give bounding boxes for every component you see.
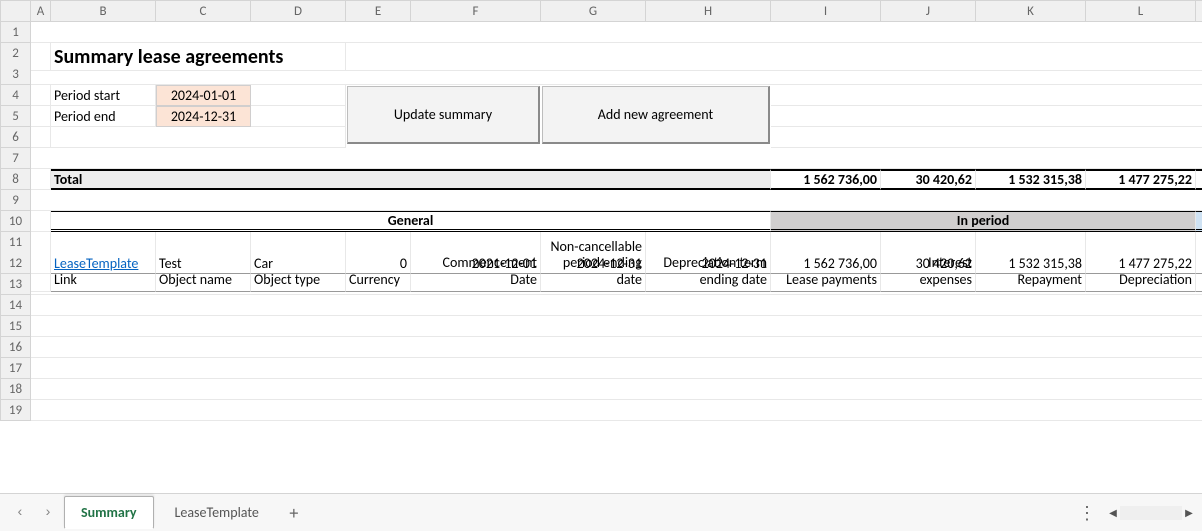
sheet-tab-bar: ‹ › Summary LeaseTemplate + ⋮ ◀ ▶ xyxy=(0,493,1202,531)
cell[interactable] xyxy=(1196,253,1202,274)
link-leasetemplate[interactable]: LeaseTemplate xyxy=(51,253,156,274)
col-header-J[interactable]: J xyxy=(881,1,976,22)
prev-sheet-icon[interactable]: ‹ xyxy=(6,499,34,527)
data-object-name: Test xyxy=(156,253,251,274)
tab-options-icon[interactable]: ⋮ xyxy=(1078,502,1094,524)
row-header-1[interactable]: 1 xyxy=(1,22,31,43)
data-deprec-term-date: 2024-12-31 xyxy=(646,253,771,274)
total-label: Total xyxy=(51,169,771,190)
tab-leasetemplate[interactable]: LeaseTemplate xyxy=(158,496,276,529)
section-general: General xyxy=(51,211,771,232)
cell[interactable] xyxy=(771,85,1202,106)
tab-summary[interactable]: Summary xyxy=(64,496,154,529)
col-header-C[interactable]: C xyxy=(156,1,251,22)
row-header-13[interactable]: 13 xyxy=(1,274,31,295)
cell[interactable] xyxy=(31,190,1202,211)
cell[interactable] xyxy=(251,106,346,127)
row-header-4[interactable]: 4 xyxy=(1,85,31,106)
cell[interactable] xyxy=(31,253,51,274)
row-header-8[interactable]: 8 xyxy=(1,169,31,190)
col-header-K[interactable]: K xyxy=(976,1,1086,22)
data-repayment: 1 532 315,38 xyxy=(976,253,1086,274)
update-summary-button[interactable]: Update summary xyxy=(347,86,540,144)
add-new-agreement-button[interactable]: Add new agreement xyxy=(542,86,770,144)
cell[interactable] xyxy=(31,337,1202,358)
cell[interactable] xyxy=(31,85,51,106)
row-header-18[interactable]: 18 xyxy=(1,379,31,400)
row-header-12[interactable]: 12 xyxy=(1,253,31,274)
row-header-15[interactable]: 15 xyxy=(1,316,31,337)
data-commencement-date: 2021-12-01 xyxy=(411,253,541,274)
col-header-I[interactable]: I xyxy=(771,1,881,22)
cell[interactable] xyxy=(31,64,1202,85)
col-header-L[interactable]: L xyxy=(1086,1,1196,22)
cell[interactable] xyxy=(771,106,1202,127)
row-header-9[interactable]: 9 xyxy=(1,190,31,211)
cell[interactable] xyxy=(1196,169,1202,190)
cell[interactable] xyxy=(31,295,1202,316)
period-start-label: Period start xyxy=(51,85,156,106)
col-header-A[interactable]: A xyxy=(31,1,51,22)
row-header-19[interactable]: 19 xyxy=(1,400,31,421)
section-in-period: In period xyxy=(771,211,1196,232)
cell[interactable] xyxy=(31,400,1202,421)
total-depreciation: 1 477 275,22 xyxy=(1086,169,1196,190)
row-header-3[interactable]: 3 xyxy=(1,64,31,85)
period-end-value[interactable]: 2024-12-31 xyxy=(156,106,251,127)
row-header-10[interactable]: 10 xyxy=(1,211,31,232)
total-lease-payments: 1 562 736,00 xyxy=(771,169,881,190)
cell[interactable] xyxy=(31,316,1202,337)
select-all-corner[interactable] xyxy=(1,1,31,22)
cell[interactable] xyxy=(31,127,51,148)
cell[interactable] xyxy=(251,85,346,106)
total-interest-expenses: 30 420,62 xyxy=(881,169,976,190)
col-header-E[interactable]: E xyxy=(346,1,411,22)
cell[interactable] xyxy=(31,274,1202,295)
cell[interactable] xyxy=(31,22,1202,43)
cell[interactable] xyxy=(31,358,1202,379)
cell[interactable] xyxy=(771,127,1202,148)
data-lease-payments: 1 562 736,00 xyxy=(771,253,881,274)
period-start-value[interactable]: 2024-01-01 xyxy=(156,85,251,106)
cell[interactable] xyxy=(31,379,1202,400)
data-object-type: Car xyxy=(251,253,346,274)
row-header-7[interactable]: 7 xyxy=(1,148,31,169)
col-header-G[interactable]: G xyxy=(541,1,646,22)
row-header-17[interactable]: 17 xyxy=(1,358,31,379)
data-interest-expenses: 30 420,62 xyxy=(881,253,976,274)
total-repayment: 1 532 315,38 xyxy=(976,169,1086,190)
next-sheet-icon[interactable]: › xyxy=(34,499,62,527)
scroll-track[interactable] xyxy=(1120,506,1182,520)
scroll-left-icon[interactable]: ◀ xyxy=(1106,506,1120,520)
col-header-B[interactable]: B xyxy=(51,1,156,22)
col-header-more[interactable] xyxy=(1196,1,1202,22)
row-header-6[interactable]: 6 xyxy=(1,127,31,148)
cell[interactable] xyxy=(1196,211,1202,232)
cell[interactable] xyxy=(31,148,1202,169)
add-sheet-icon[interactable]: + xyxy=(278,502,310,524)
scroll-right-icon[interactable]: ▶ xyxy=(1182,506,1196,520)
cell[interactable] xyxy=(31,211,51,232)
col-header-D[interactable]: D xyxy=(251,1,346,22)
cell[interactable] xyxy=(31,106,51,127)
period-end-label: Period end xyxy=(51,106,156,127)
data-noncancel-date: 2024-12-31 xyxy=(541,253,646,274)
horizontal-scrollbar[interactable]: ◀ ▶ xyxy=(1106,506,1196,520)
row-header-16[interactable]: 16 xyxy=(1,337,31,358)
data-currency: 0 xyxy=(346,253,411,274)
row-header-5[interactable]: 5 xyxy=(1,106,31,127)
col-header-H[interactable]: H xyxy=(646,1,771,22)
cell[interactable] xyxy=(51,127,346,148)
spreadsheet-grid[interactable]: A B C D E F G H I J K L 1 2 Summary leas… xyxy=(0,0,1202,421)
data-depreciation: 1 477 275,22 xyxy=(1086,253,1196,274)
cell[interactable] xyxy=(31,169,51,190)
col-header-F[interactable]: F xyxy=(411,1,541,22)
row-header-14[interactable]: 14 xyxy=(1,295,31,316)
